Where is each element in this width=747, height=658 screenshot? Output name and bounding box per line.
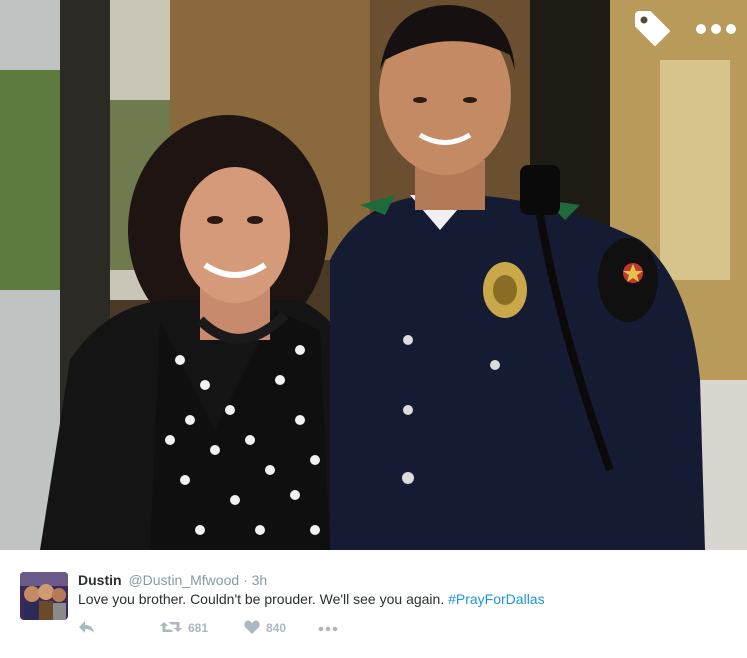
user-handle[interactable]: @Dustin_Mfwood — [128, 572, 239, 588]
tweet-photo[interactable] — [0, 0, 747, 550]
tweet-timestamp[interactable]: 3h — [252, 572, 268, 588]
photo-image — [0, 0, 747, 550]
retweet-icon — [160, 620, 182, 637]
meta-separator: · — [243, 572, 248, 588]
like-button[interactable]: 840 — [244, 620, 286, 637]
more-dots-icon — [318, 621, 338, 635]
heart-icon — [244, 620, 260, 637]
reply-button[interactable] — [78, 620, 96, 637]
tweet: Dustin @Dustin_Mfwood · 3h Love you brot… — [0, 550, 747, 658]
like-count: 840 — [266, 621, 287, 635]
tweet-body: Love you brother. Couldn't be prouder. W… — [78, 591, 445, 607]
tweet-text: Love you brother. Couldn't be prouder. W… — [78, 590, 545, 608]
retweet-button[interactable]: 681 — [160, 620, 208, 637]
retweet-count: 681 — [188, 621, 209, 635]
avatar[interactable] — [20, 572, 68, 620]
more-dots-icon[interactable] — [695, 22, 737, 36]
display-name[interactable]: Dustin — [78, 572, 122, 588]
reply-icon — [78, 620, 96, 637]
more-button[interactable] — [318, 621, 338, 635]
photo-actions — [633, 10, 737, 48]
tweet-actions: 681 840 — [78, 618, 338, 638]
tag-icon[interactable] — [633, 10, 673, 48]
hashtag-link[interactable]: #PrayForDallas — [448, 591, 544, 607]
tweet-header: Dustin @Dustin_Mfwood · 3h — [78, 571, 267, 589]
